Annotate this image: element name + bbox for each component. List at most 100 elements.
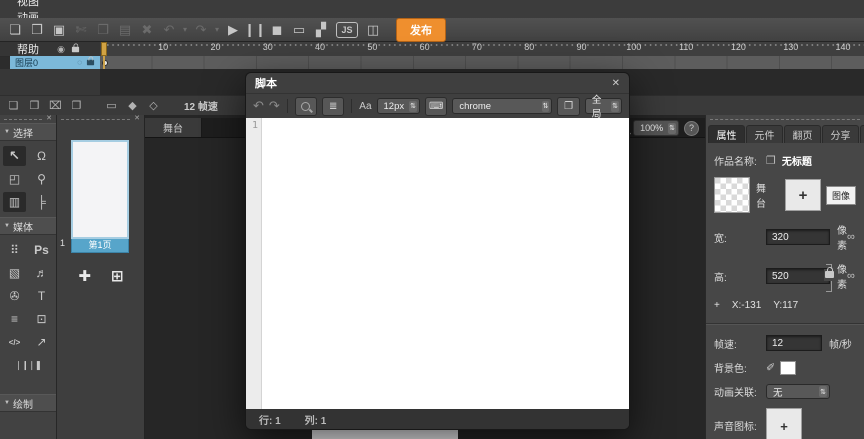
undo-icon[interactable]: ↶ — [253, 98, 264, 114]
add-stage-image-button[interactable]: + — [785, 179, 821, 211]
duplicate-layer-icon[interactable]: ❐ — [66, 99, 87, 112]
fps-input[interactable]: 12 — [766, 335, 822, 351]
delete-icon[interactable]: ✖ — [136, 19, 158, 41]
layer-lock-icon[interactable] — [87, 60, 94, 66]
theme-select[interactable]: chrome ⇅ — [452, 98, 552, 114]
image-button[interactable]: 图像 — [826, 186, 856, 205]
cut-icon[interactable]: ✄ — [70, 19, 92, 41]
insert-blank-keyframe-icon[interactable]: ◇ — [143, 99, 164, 112]
stage-tab[interactable]: 舞台 — [145, 118, 202, 137]
undo-icon[interactable]: ↶ — [158, 19, 180, 41]
video-icon[interactable]: ✇ — [3, 286, 26, 306]
ruler-tick: 50 — [346, 42, 398, 56]
aspect-lock-icon[interactable] — [824, 269, 835, 281]
layer-frame-track[interactable] — [100, 56, 864, 70]
layer-visibility-icon[interactable]: ◌ — [77, 58, 82, 67]
height-input[interactable]: 520 — [766, 268, 830, 284]
tab-properties[interactable]: 属性 — [708, 125, 745, 143]
tab-page-flip[interactable]: 翻页 — [784, 125, 821, 143]
new-file-icon[interactable]: ❏ — [4, 19, 26, 41]
chart-icon[interactable]: ↗ — [30, 332, 53, 352]
audio-icon[interactable]: ♬ — [30, 263, 53, 283]
pages-panel-gripper[interactable]: ✕ — [57, 115, 144, 123]
zoom-select[interactable]: 100% ⇅ — [633, 120, 679, 136]
insert-frame-icon[interactable]: ▭ — [101, 99, 122, 112]
barcode-icon[interactable]: ❘❙❘❚ — [17, 355, 40, 375]
stage-pick-tool[interactable]: ▥ — [3, 192, 26, 212]
keyboard-button[interactable]: ⌨ — [425, 97, 447, 116]
search-button[interactable] — [295, 97, 317, 116]
zoom-tool[interactable]: ⚲ — [30, 169, 53, 189]
photoshop-icon[interactable]: Ps — [30, 240, 53, 260]
eyedropper-icon[interactable]: ✐ — [766, 361, 775, 374]
redo-icon[interactable]: ↷ — [190, 19, 212, 41]
text-tool[interactable]: T — [30, 286, 53, 306]
layer-item[interactable]: 图层0 ◌ — [10, 56, 100, 69]
snippet-insert-button[interactable]: ❐ — [557, 97, 579, 116]
anim-link-select[interactable]: 无 ⇅ — [766, 384, 830, 399]
play-icon[interactable]: ▶ — [222, 19, 244, 41]
code-area[interactable] — [262, 118, 629, 409]
section-media[interactable]: ▼ 媒体 — [0, 217, 56, 235]
close-icon[interactable]: ✕ — [134, 115, 140, 123]
pause-icon[interactable]: ❙❙ — [244, 19, 266, 41]
menu-view[interactable]: 视图 — [0, 0, 78, 9]
snippet-list-button[interactable]: ≣ — [322, 97, 344, 116]
link-icon[interactable]: ∞ — [847, 270, 855, 282]
save-icon[interactable]: ▣ — [48, 19, 70, 41]
help-button[interactable]: ? — [684, 121, 699, 136]
new-layer-icon[interactable]: ❏ — [3, 99, 24, 112]
close-icon[interactable]: ✕ — [612, 78, 620, 89]
delete-layer-icon[interactable]: ⌧ — [45, 99, 66, 112]
tab-loading[interactable]: 加载 — [860, 125, 864, 143]
menu-help[interactable]: 帮助 — [0, 41, 78, 57]
width-input[interactable]: 320 — [766, 229, 830, 245]
stop-icon[interactable]: ◼ — [266, 19, 288, 41]
add-page-button[interactable]: ✚ — [78, 267, 91, 285]
close-icon[interactable]: ✕ — [46, 115, 52, 123]
link-icon[interactable]: ∞ — [847, 231, 855, 243]
section-select[interactable]: ▼ 选择 — [0, 123, 56, 141]
stage-color-swatch[interactable] — [714, 177, 750, 213]
lasso-tool[interactable]: Ω — [30, 146, 53, 166]
font-size-select[interactable]: 12px ⇅ — [377, 98, 420, 114]
tab-share[interactable]: 分享 — [822, 125, 859, 143]
paste-icon[interactable]: ▤ — [114, 19, 136, 41]
page-thumbnail[interactable]: 第1页 1 — [71, 140, 129, 250]
copy-icon[interactable]: ❐ — [92, 19, 114, 41]
publish-button[interactable]: 发布 — [396, 18, 446, 42]
insert-keyframe-icon[interactable]: ◆ — [122, 99, 143, 112]
stepper-icon: ⇅ — [542, 101, 550, 112]
component-library-icon[interactable]: ⠿ — [3, 240, 26, 260]
select-tool[interactable]: ↖ — [3, 146, 26, 166]
scope-select[interactable]: 全局 ⇅ — [585, 98, 622, 114]
section-draw[interactable]: ▼ 绘制 — [0, 394, 56, 412]
whiteboard-icon[interactable]: ⊡ — [30, 309, 53, 329]
open-file-icon[interactable]: ❒ — [26, 19, 48, 41]
add-sound-icon-button[interactable]: + — [766, 408, 802, 439]
redo-icon[interactable]: ↷ — [269, 98, 280, 114]
bg-color-swatch[interactable] — [780, 361, 796, 375]
transform-tool[interactable]: ◰ — [3, 169, 26, 189]
expand-icon[interactable]: + — [714, 300, 720, 311]
undo-history-icon[interactable]: ▾ — [180, 19, 190, 41]
adaptive-icon[interactable]: ▞ — [310, 19, 332, 41]
js-icon[interactable]: JS — [336, 22, 358, 38]
work-name-value[interactable]: 无标题 — [782, 153, 812, 168]
tab-components[interactable]: 元件 — [746, 125, 783, 143]
image-icon[interactable]: ▧ — [3, 263, 26, 283]
script-dialog-titlebar[interactable]: 脚本 ✕ — [246, 73, 629, 94]
properties-panel-gripper[interactable] — [706, 115, 864, 123]
tools-panel-gripper[interactable]: ✕ — [0, 115, 56, 123]
code-editor[interactable]: 1 — [246, 118, 629, 409]
code-icon[interactable]: </> — [3, 332, 26, 352]
playhead[interactable] — [101, 42, 107, 56]
duplicate-page-button[interactable]: ⊞ — [111, 267, 124, 285]
redo-history-icon[interactable]: ▾ — [212, 19, 222, 41]
layer-folder-icon[interactable]: ❒ — [24, 99, 45, 112]
paragraph-icon[interactable]: ≡ — [3, 309, 26, 329]
guide-tool[interactable]: ╞ — [30, 192, 53, 212]
preview-icon[interactable]: ▭ — [288, 19, 310, 41]
device-icon[interactable]: ◫ — [362, 19, 384, 41]
timeline-ruler[interactable]: 102030405060708090100110120130140 ◉ — [0, 42, 864, 57]
